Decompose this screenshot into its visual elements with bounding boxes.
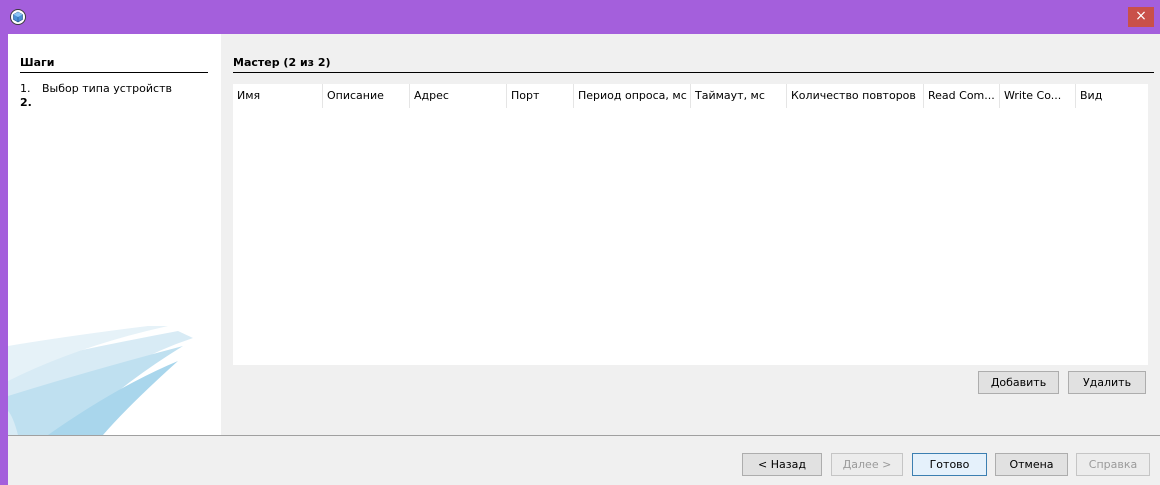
finish-button[interactable]: Готово bbox=[912, 453, 987, 476]
footer-divider bbox=[8, 435, 1160, 436]
column-header-poll-period[interactable]: Период опроса, мс bbox=[574, 84, 691, 108]
column-header-write-command[interactable]: Write Co... bbox=[1000, 84, 1076, 108]
steps-title-underline bbox=[20, 72, 208, 73]
decorative-swoosh-graphic bbox=[8, 326, 193, 435]
cancel-button[interactable]: Отмена bbox=[995, 453, 1068, 476]
column-header-name[interactable]: Имя bbox=[233, 84, 323, 108]
wizard-client-area: Шаги 1. Выбор типа устройств 2. Мастер (2… bbox=[8, 34, 1160, 485]
back-button[interactable]: < Назад bbox=[742, 453, 822, 476]
column-header-type[interactable]: Вид bbox=[1076, 84, 1148, 108]
remove-button[interactable]: Удалить bbox=[1068, 371, 1146, 394]
column-header-address[interactable]: Адрес bbox=[410, 84, 507, 108]
column-header-timeout[interactable]: Таймаут, мс bbox=[691, 84, 787, 108]
column-header-retry-count[interactable]: Количество повторов bbox=[787, 84, 924, 108]
steps-panel: Шаги 1. Выбор типа устройств 2. bbox=[8, 34, 221, 435]
help-button[interactable]: Справка bbox=[1076, 453, 1150, 476]
devices-table[interactable]: Имя Описание Адрес Порт Период опроса, м… bbox=[233, 84, 1148, 365]
step-item-1: 1. Выбор типа устройств bbox=[20, 82, 172, 95]
page-title: Мастер (2 из 2) bbox=[233, 56, 331, 69]
step-number: 2. bbox=[20, 96, 32, 109]
title-bar[interactable]: × bbox=[0, 0, 1160, 34]
close-button[interactable]: × bbox=[1128, 7, 1154, 27]
step-item-2: 2. bbox=[20, 96, 42, 109]
steps-title: Шаги bbox=[20, 56, 55, 69]
table-header: Имя Описание Адрес Порт Период опроса, м… bbox=[233, 84, 1148, 108]
step-label: Выбор типа устройств bbox=[42, 82, 172, 95]
add-button[interactable]: Добавить bbox=[978, 371, 1059, 394]
next-button[interactable]: Далее > bbox=[831, 453, 903, 476]
column-header-port[interactable]: Порт bbox=[507, 84, 574, 108]
wizard-window: × Шаги 1. Выбор типа устройств 2. Мастер … bbox=[0, 0, 1160, 485]
page-title-underline bbox=[233, 72, 1154, 73]
column-header-description[interactable]: Описание bbox=[323, 84, 410, 108]
app-cube-icon bbox=[10, 9, 26, 25]
step-number: 1. bbox=[20, 82, 31, 95]
column-header-read-command[interactable]: Read Com... bbox=[924, 84, 1000, 108]
